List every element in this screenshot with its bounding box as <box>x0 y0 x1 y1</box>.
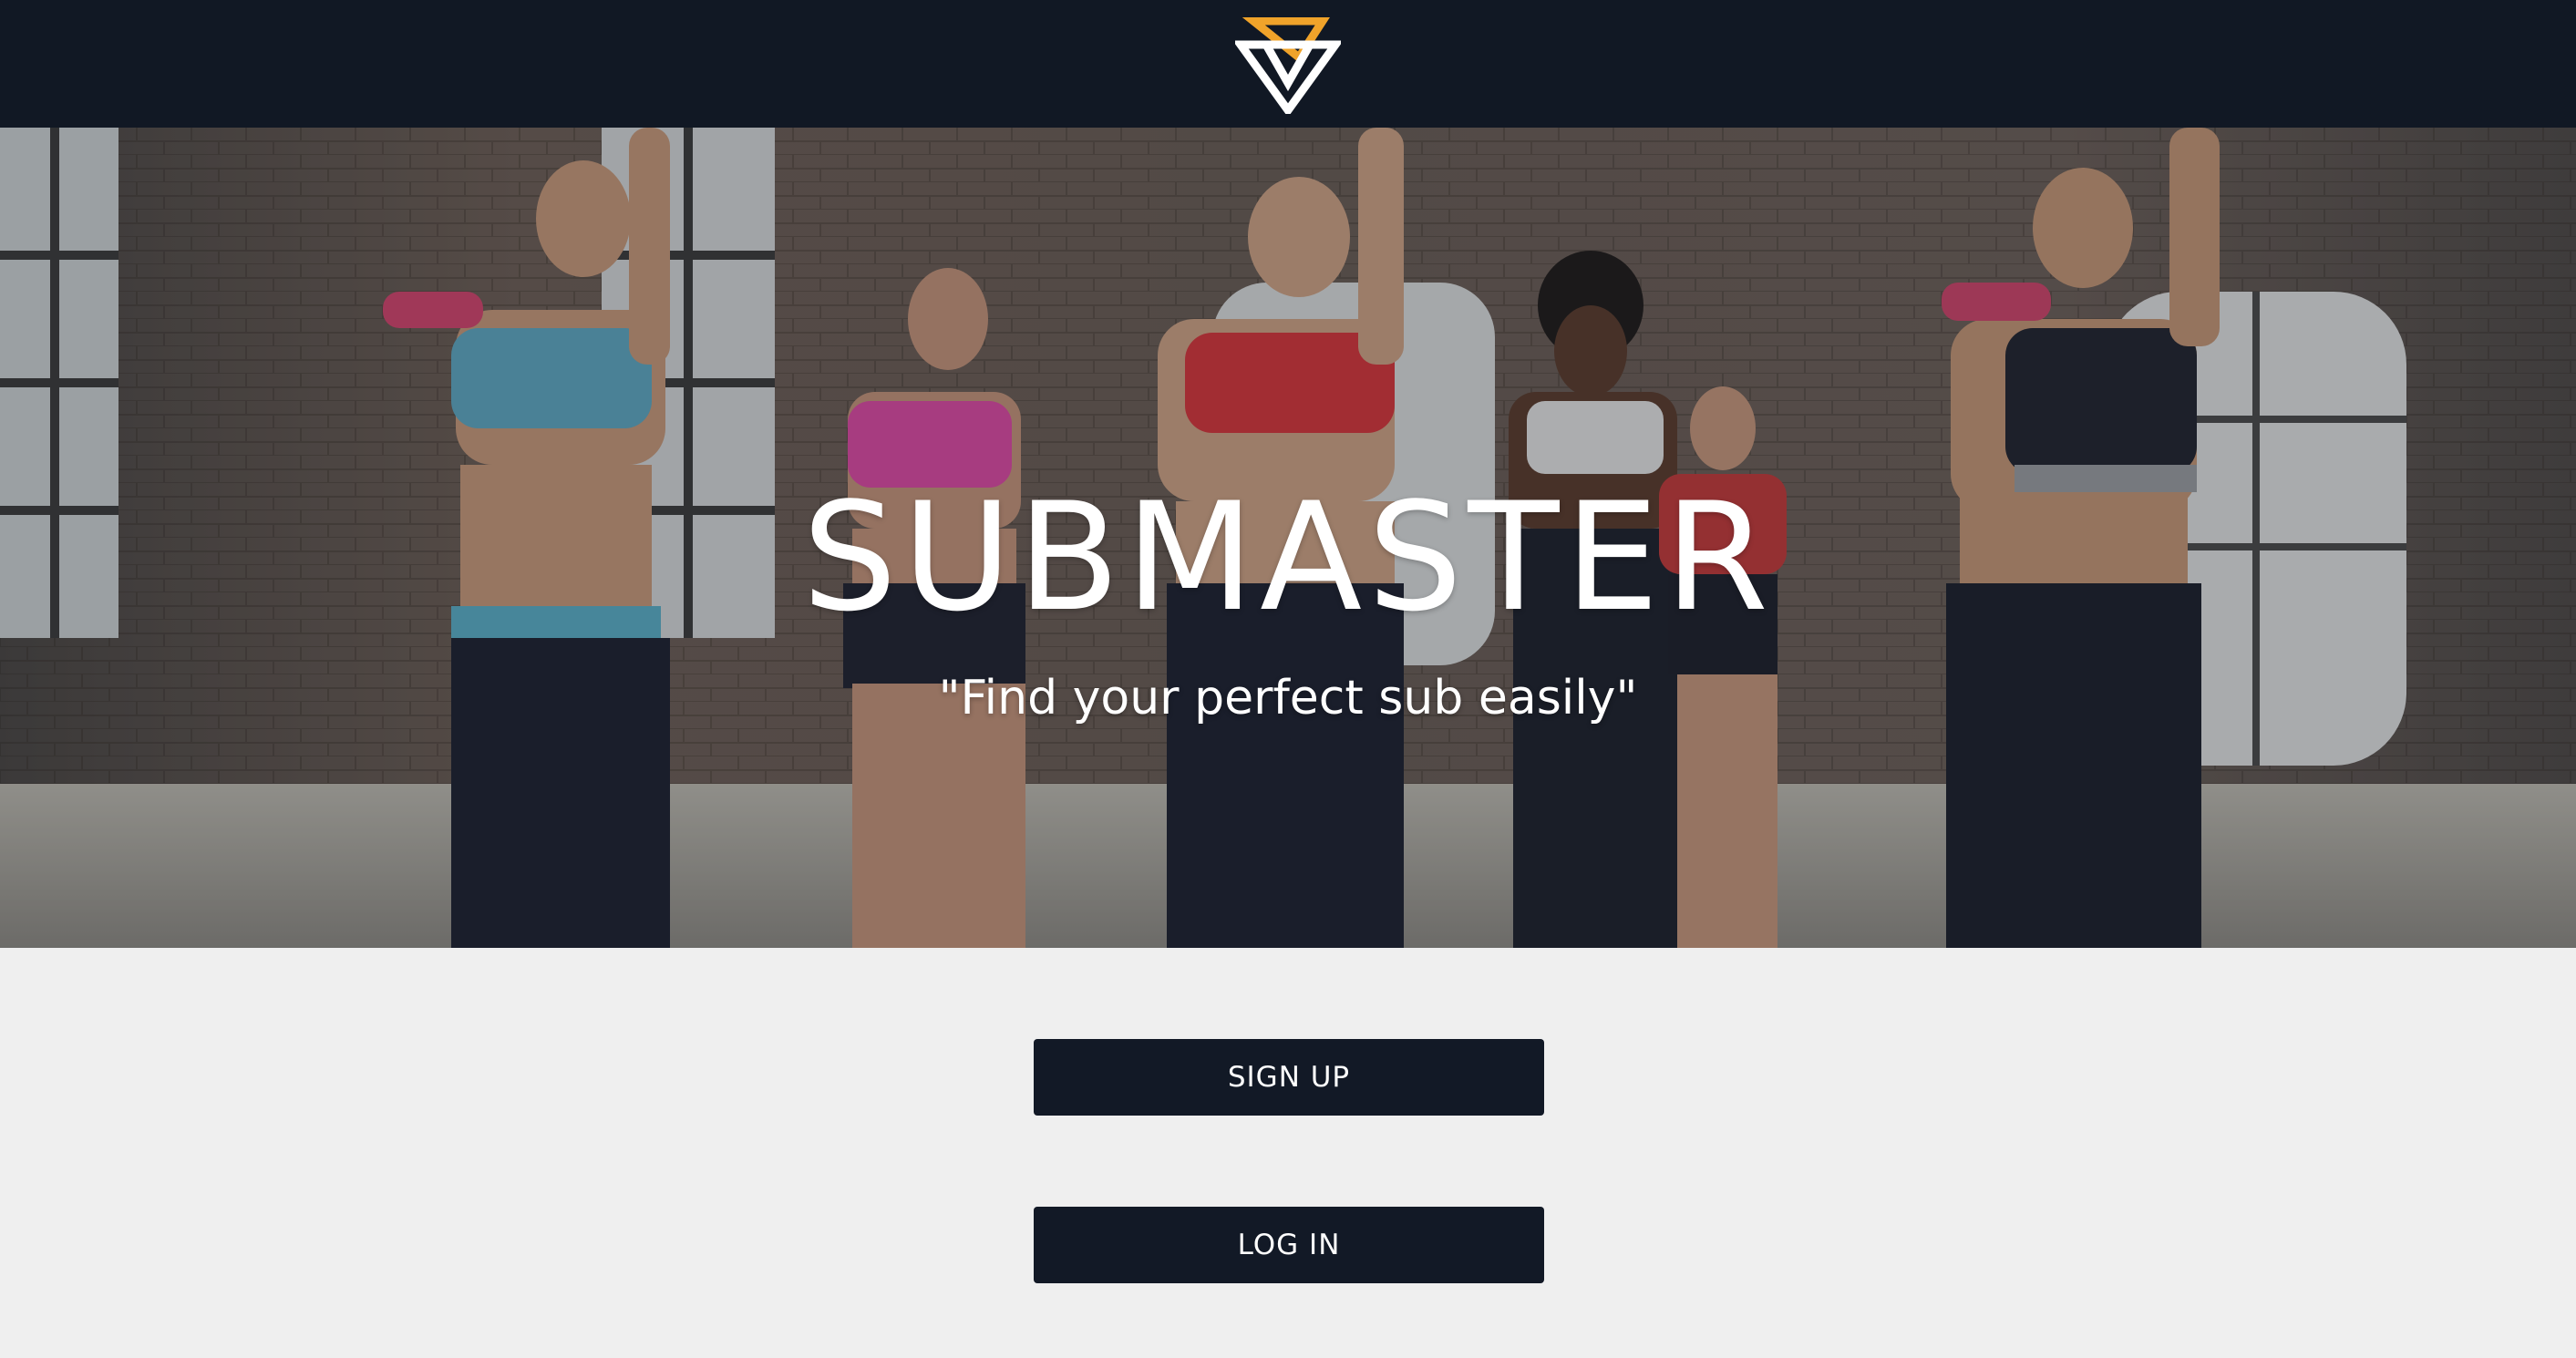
brand-logo-icon[interactable] <box>1235 14 1341 114</box>
top-navigation-bar <box>0 0 2576 128</box>
brand-logo-svg <box>1235 17 1341 114</box>
sign-up-button[interactable]: SIGN UP <box>1034 1039 1544 1116</box>
log-in-button[interactable]: LOG IN <box>1034 1207 1544 1283</box>
hero-banner: SUBMASTER "Find your perfect sub easily" <box>0 128 2576 948</box>
auth-actions: SIGN UP LOG IN <box>0 948 2576 1358</box>
hero-title: SUBMASTER <box>801 470 1775 644</box>
hero-tagline: "Find your perfect sub easily" <box>938 671 1638 725</box>
